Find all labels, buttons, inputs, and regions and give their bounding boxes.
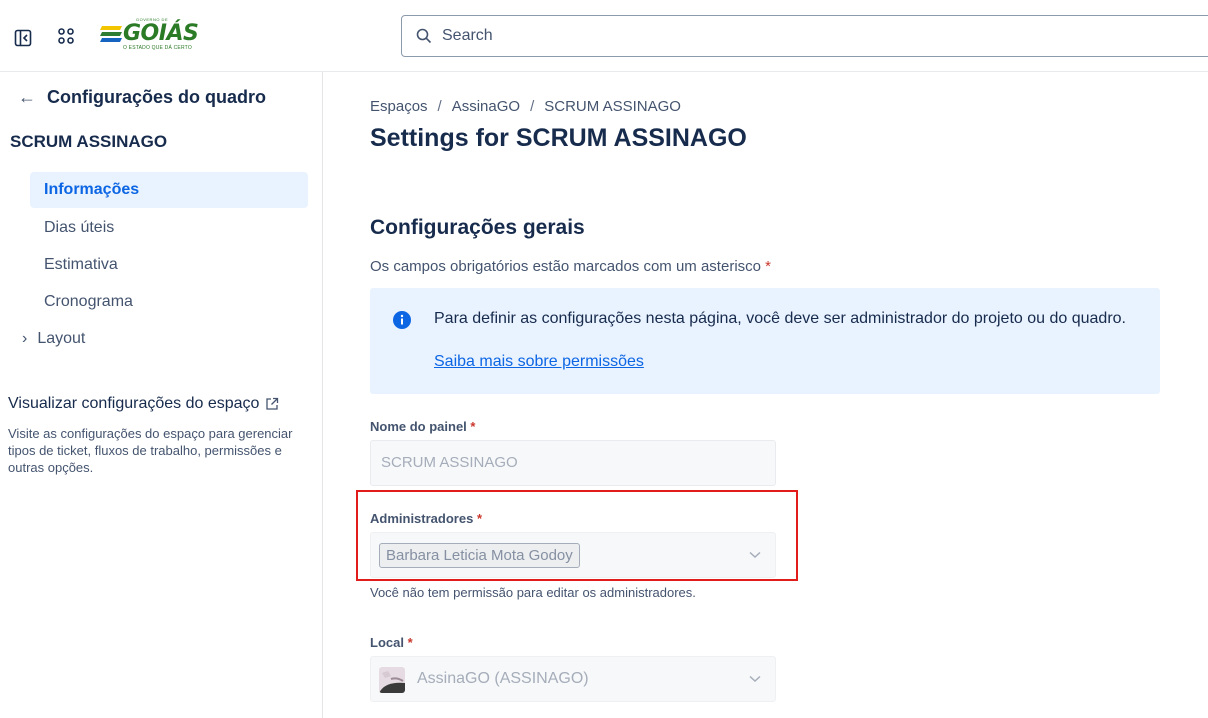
- top-navigation-bar: GOVERNO DE GOIÁS O ESTADO QUE DÁ CERTO S…: [0, 0, 1208, 72]
- section-title: Configurações gerais: [370, 216, 585, 239]
- sidebar-item-dias-uteis[interactable]: Dias úteis: [30, 210, 308, 246]
- required-asterisk: *: [407, 635, 413, 650]
- field-label-text: Nome do painel: [370, 419, 467, 434]
- space-settings-link[interactable]: Visualizar configurações do espaço: [8, 395, 279, 413]
- permission-info-banner: Para definir as configurações nesta pági…: [370, 288, 1160, 394]
- breadcrumb-item-espacos[interactable]: Espaços: [370, 98, 428, 115]
- logo-tagline: O ESTADO QUE DÁ CERTO: [123, 45, 192, 51]
- breadcrumb-separator: /: [437, 98, 442, 115]
- board-name-value: SCRUM ASSINAGO: [381, 454, 518, 471]
- admins-helper-text: Você não tem permissão para editar os ad…: [370, 585, 696, 600]
- location-field-label: Local *: [370, 635, 413, 650]
- info-icon: [393, 311, 411, 329]
- space-settings-link-label: Visualizar configurações do espaço: [8, 395, 260, 412]
- back-to-board-link[interactable]: ← Configurações do quadro: [18, 82, 266, 112]
- external-link-icon: [266, 397, 279, 410]
- app-switcher-icon[interactable]: [57, 27, 75, 45]
- chevron-right-icon: ›: [22, 330, 28, 347]
- search-placeholder: Search: [442, 27, 493, 44]
- sidebar-title: Configurações do quadro: [47, 86, 267, 107]
- location-value: AssinaGO (ASSINAGO): [417, 670, 589, 687]
- space-settings-description: Visite as configurações do espaço para g…: [8, 426, 293, 475]
- location-select[interactable]: AssinaGO (ASSINAGO): [370, 656, 776, 702]
- breadcrumb-item-board[interactable]: SCRUM ASSINAGO: [544, 98, 681, 115]
- logo-text: GOIÁS: [123, 21, 199, 46]
- board-name: SCRUM ASSINAGO: [10, 132, 168, 151]
- search-icon: [416, 28, 432, 44]
- sidebar-item-informacoes[interactable]: Informações: [30, 172, 308, 208]
- sidebar-item-label: Layout: [37, 330, 86, 347]
- board-name-input[interactable]: SCRUM ASSINAGO: [370, 440, 776, 486]
- project-avatar: [379, 667, 405, 693]
- flag-stripes-icon: [100, 26, 122, 42]
- required-asterisk: *: [765, 258, 772, 275]
- sidebar-item-cronograma[interactable]: Cronograma: [30, 284, 308, 320]
- field-label-text: Local: [370, 635, 404, 650]
- board-name-field-label: Nome do painel *: [370, 419, 475, 434]
- page-title: Settings for SCRUM ASSINAGO: [370, 124, 747, 152]
- search-input[interactable]: Search: [401, 15, 1208, 57]
- sidebar-item-estimativa[interactable]: Estimativa: [30, 247, 308, 283]
- goias-logo[interactable]: GOVERNO DE GOIÁS O ESTADO QUE DÁ CERTO: [100, 17, 199, 51]
- annotation-highlight-box: [356, 490, 798, 581]
- sidebar: ← Configurações do quadro SCRUM ASSINAGO…: [0, 72, 323, 718]
- main-content: Espaços / AssinaGO / SCRUM ASSINAGO Sett…: [323, 72, 1208, 718]
- breadcrumb: Espaços / AssinaGO / SCRUM ASSINAGO: [370, 98, 681, 115]
- required-asterisk: *: [470, 419, 476, 434]
- breadcrumb-separator: /: [530, 98, 535, 115]
- learn-permissions-link[interactable]: Saiba mais sobre permissões: [434, 353, 644, 371]
- chevron-down-icon: [749, 675, 761, 683]
- sidebar-item-layout[interactable]: › Layout: [22, 321, 300, 357]
- required-fields-note: Os campos obrigatórios estão marcados co…: [370, 258, 771, 275]
- sidebar-toggle-icon[interactable]: [14, 29, 32, 47]
- arrow-left-icon: ←: [18, 86, 36, 107]
- breadcrumb-item-assinago[interactable]: AssinaGO: [452, 98, 520, 115]
- required-note-text: Os campos obrigatórios estão marcados co…: [370, 258, 761, 275]
- info-message: Para definir as configurações nesta pági…: [434, 310, 1126, 327]
